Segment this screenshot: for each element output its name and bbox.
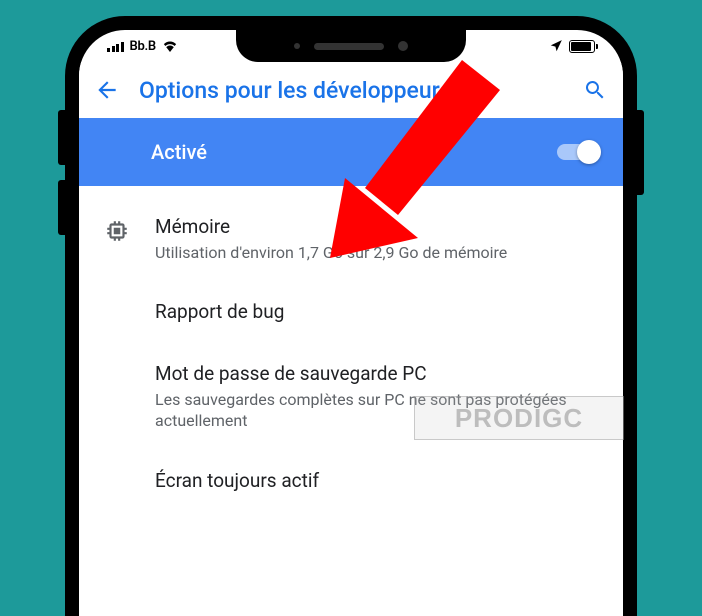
backup-password-subtitle: Les sauvegardes complètes sur PC ne sont… <box>155 389 599 432</box>
screen-always-on-title: Écran toujours actif <box>155 468 599 494</box>
bug-report-title: Rapport de bug <box>155 299 599 325</box>
wifi-icon <box>162 40 178 52</box>
memory-item[interactable]: Mémoire Utilisation d'environ 1,7 Go sur… <box>79 196 623 281</box>
master-toggle-row[interactable]: Activé <box>79 118 623 186</box>
switch-knob <box>577 140 601 164</box>
app-bar: Options pour les développeurs <box>79 62 623 118</box>
location-icon <box>549 39 563 53</box>
phone-notch <box>236 30 466 62</box>
back-button[interactable] <box>93 76 121 104</box>
backup-password-title: Mot de passe de sauvegarde PC <box>155 361 599 387</box>
phone-power-button <box>636 110 644 195</box>
memory-title: Mémoire <box>155 214 599 240</box>
battery-icon <box>569 40 595 53</box>
signal-icon <box>107 40 124 52</box>
search-icon <box>583 78 607 102</box>
settings-list: Mémoire Utilisation d'environ 1,7 Go sur… <box>79 186 623 521</box>
phone-frame: Bb.B Options pour les développeurs <box>65 16 637 616</box>
memory-subtitle: Utilisation d'environ 1,7 Go sur 2,9 Go … <box>155 242 599 264</box>
master-toggle-label: Activé <box>151 140 207 164</box>
master-toggle-switch[interactable] <box>557 144 599 160</box>
bug-report-item[interactable]: Rapport de bug <box>79 281 623 343</box>
carrier-label: Bb.B <box>130 39 156 54</box>
backup-password-item[interactable]: Mot de passe de sauvegarde PC Les sauveg… <box>79 343 623 450</box>
search-button[interactable] <box>581 76 609 104</box>
memory-chip-icon <box>104 218 130 244</box>
phone-screen: Bb.B Options pour les développeurs <box>79 30 623 616</box>
arrow-back-icon <box>94 77 120 103</box>
page-title: Options pour les développeurs <box>139 77 563 104</box>
screen-always-on-item[interactable]: Écran toujours actif <box>79 450 623 512</box>
